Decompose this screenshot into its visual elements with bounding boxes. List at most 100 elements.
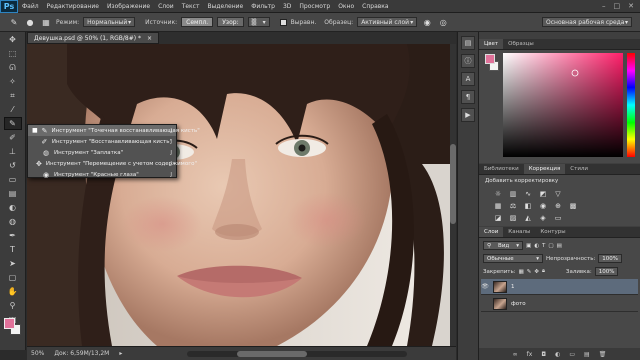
clone-stamp-tool-icon[interactable]: ⊥ <box>4 145 22 158</box>
marquee-tool-icon[interactable]: ⬚ <box>4 47 22 60</box>
vertical-scrollbar[interactable] <box>450 44 456 346</box>
close-tab-icon[interactable]: × <box>147 35 152 42</box>
color-picker-field[interactable] <box>503 53 623 157</box>
menu-item[interactable]: Слои <box>154 3 178 10</box>
move-tool-icon[interactable]: ✥ <box>4 33 22 46</box>
vibrance-icon[interactable]: ▽ <box>553 189 563 198</box>
brush-tool-icon[interactable]: ✐ <box>4 131 22 144</box>
source-sampled-button[interactable]: Семпл. <box>181 17 214 27</box>
hue-saturation-icon[interactable]: ▦ <box>493 201 503 210</box>
new-layer-icon[interactable]: ▤ <box>584 351 590 358</box>
menu-item[interactable]: Окно <box>334 3 358 10</box>
vertical-scroll-thumb[interactable] <box>450 144 456 224</box>
lasso-tool-icon[interactable]: ᘏ <box>4 61 22 74</box>
flyout-item[interactable]: ✥ Инструмент "Перемещение с учетом содерж… <box>28 158 197 169</box>
black-white-icon[interactable]: ◧ <box>523 201 533 210</box>
mode-select[interactable]: Нормальный ▾ <box>83 17 136 27</box>
ignore-adjustment-icon[interactable]: ◉ <box>421 16 433 28</box>
opacity-input[interactable]: 100% <box>598 254 623 263</box>
dodge-tool-icon[interactable]: ◍ <box>4 215 22 228</box>
delete-layer-icon[interactable]: 🗑︎ <box>599 351 607 358</box>
tab-channels[interactable]: Каналы <box>503 227 535 237</box>
visibility-eye-icon[interactable]: 👁︎ <box>481 283 489 290</box>
new-adjustment-icon[interactable]: ◐ <box>555 351 560 358</box>
menu-item[interactable]: Просмотр <box>295 3 334 10</box>
character-panel-icon[interactable]: A <box>461 72 475 86</box>
actions-panel-icon[interactable]: ▶ <box>461 108 475 122</box>
menu-item[interactable]: Файл <box>18 3 43 10</box>
source-pattern-button[interactable]: Узор: <box>217 17 244 27</box>
tab-adjustments[interactable]: Коррекция <box>523 164 566 174</box>
tab-color[interactable]: Цвет <box>479 39 504 49</box>
tab-styles[interactable]: Стили <box>565 164 593 174</box>
fill-input[interactable]: 100% <box>594 267 619 276</box>
flyout-item[interactable]: ■ ✎ Инструмент "Точечная восстанавливающая… <box>28 125 200 136</box>
spot-healing-tool-icon[interactable]: ✎ <box>3 117 22 130</box>
color-lookup-icon[interactable]: ▩ <box>568 201 578 210</box>
shape-tool-icon[interactable]: ▢ <box>4 271 22 284</box>
layer-filter-select[interactable]: ⚲ Вид ▾ <box>483 241 523 250</box>
photo-filter-icon[interactable]: ◉ <box>538 201 548 210</box>
flyout-item[interactable]: ✐ Инструмент "Восстанавливающая кисть" J <box>28 136 176 147</box>
zoom-tool-icon[interactable]: ⚲ <box>4 299 22 312</box>
filter-pixel-icon[interactable]: ▣ <box>526 243 531 249</box>
canvas-area[interactable] <box>27 44 456 346</box>
portrait-photo[interactable] <box>27 44 456 346</box>
lock-all-icon[interactable]: 🔒︎ <box>542 268 545 275</box>
menu-item[interactable]: Изображение <box>103 3 154 10</box>
link-layers-icon[interactable]: ∞ <box>513 351 518 358</box>
filter-smart-icon[interactable]: ▤ <box>557 243 562 249</box>
history-panel-icon[interactable]: ▤ <box>461 36 475 50</box>
blur-tool-icon[interactable]: ◐ <box>4 201 22 214</box>
new-group-icon[interactable]: ▭ <box>569 351 575 358</box>
menu-item[interactable]: 3D <box>279 3 295 10</box>
eyedropper-tool-icon[interactable]: ⁄ <box>4 103 22 116</box>
sample-select[interactable]: Активный слой ▾ <box>357 17 418 27</box>
flyout-item[interactable]: ◉ Инструмент "Красные глаза" J <box>28 169 176 180</box>
tab-paths[interactable]: Контуры <box>535 227 570 237</box>
levels-icon[interactable]: ▥ <box>508 189 518 198</box>
tab-libraries[interactable]: Библиотеки <box>479 164 524 174</box>
filter-type-icon[interactable]: T <box>542 243 545 249</box>
foreground-color-swatch[interactable] <box>4 318 15 329</box>
invert-icon[interactable]: ◪ <box>493 213 503 222</box>
layer-name[interactable]: 1 <box>511 284 515 290</box>
layer-name[interactable]: фото <box>511 301 526 307</box>
hand-tool-icon[interactable]: ✋ <box>4 285 22 298</box>
horizontal-scrollbar[interactable] <box>187 351 407 357</box>
brush-panel-icon[interactable]: ▦ <box>40 16 52 28</box>
posterize-icon[interactable]: ▨ <box>508 213 518 222</box>
gradient-tool-icon[interactable]: ▤ <box>4 187 22 200</box>
lock-pixels-icon[interactable]: ▦ <box>519 269 524 275</box>
history-brush-tool-icon[interactable]: ↺ <box>4 159 22 172</box>
brush-size-icon[interactable]: ● <box>24 16 36 28</box>
horizontal-scroll-thumb[interactable] <box>237 351 307 357</box>
aligned-checkbox[interactable] <box>279 18 287 26</box>
color-panel-foreground-swatch[interactable] <box>485 54 495 64</box>
properties-panel-icon[interactable]: ⓘ <box>461 54 475 68</box>
threshold-icon[interactable]: ◭ <box>523 213 533 222</box>
pattern-select[interactable]: ▒ ▾ <box>247 17 270 27</box>
status-arrow-icon[interactable]: ▸ <box>119 350 122 357</box>
menu-item[interactable]: Текст <box>178 3 204 10</box>
document-tab[interactable]: Девушка.psd @ 50% (1, RGB/8#) * × <box>27 32 160 44</box>
menu-item[interactable]: Выделение <box>203 3 247 10</box>
lock-move-icon[interactable]: ✥ <box>534 269 539 275</box>
brightness-icon[interactable]: ☼ <box>493 189 503 198</box>
lock-paint-icon[interactable]: ✎ <box>527 269 532 275</box>
selective-color-icon[interactable]: ◈ <box>538 213 548 222</box>
layer-row[interactable]: фото <box>481 296 638 312</box>
layer-style-icon[interactable]: fx <box>527 351 533 358</box>
tab-layers[interactable]: Слои <box>479 227 504 237</box>
path-select-tool-icon[interactable]: ➤ <box>4 257 22 270</box>
workspace-select[interactable]: Основная рабочая среда ▾ <box>542 17 632 27</box>
paragraph-panel-icon[interactable]: ¶ <box>461 90 475 104</box>
healing-brush-preset-icon[interactable]: ✎ <box>8 16 20 28</box>
maximize-icon[interactable]: □ <box>614 2 621 10</box>
filter-adjust-icon[interactable]: ◐ <box>534 243 539 249</box>
type-tool-icon[interactable]: T <box>4 243 22 256</box>
filter-shape-icon[interactable]: ▢ <box>548 243 553 249</box>
minimize-icon[interactable]: – <box>602 2 606 10</box>
pressure-icon[interactable]: ◎ <box>437 16 449 28</box>
crop-tool-icon[interactable]: ⌗ <box>4 89 22 102</box>
